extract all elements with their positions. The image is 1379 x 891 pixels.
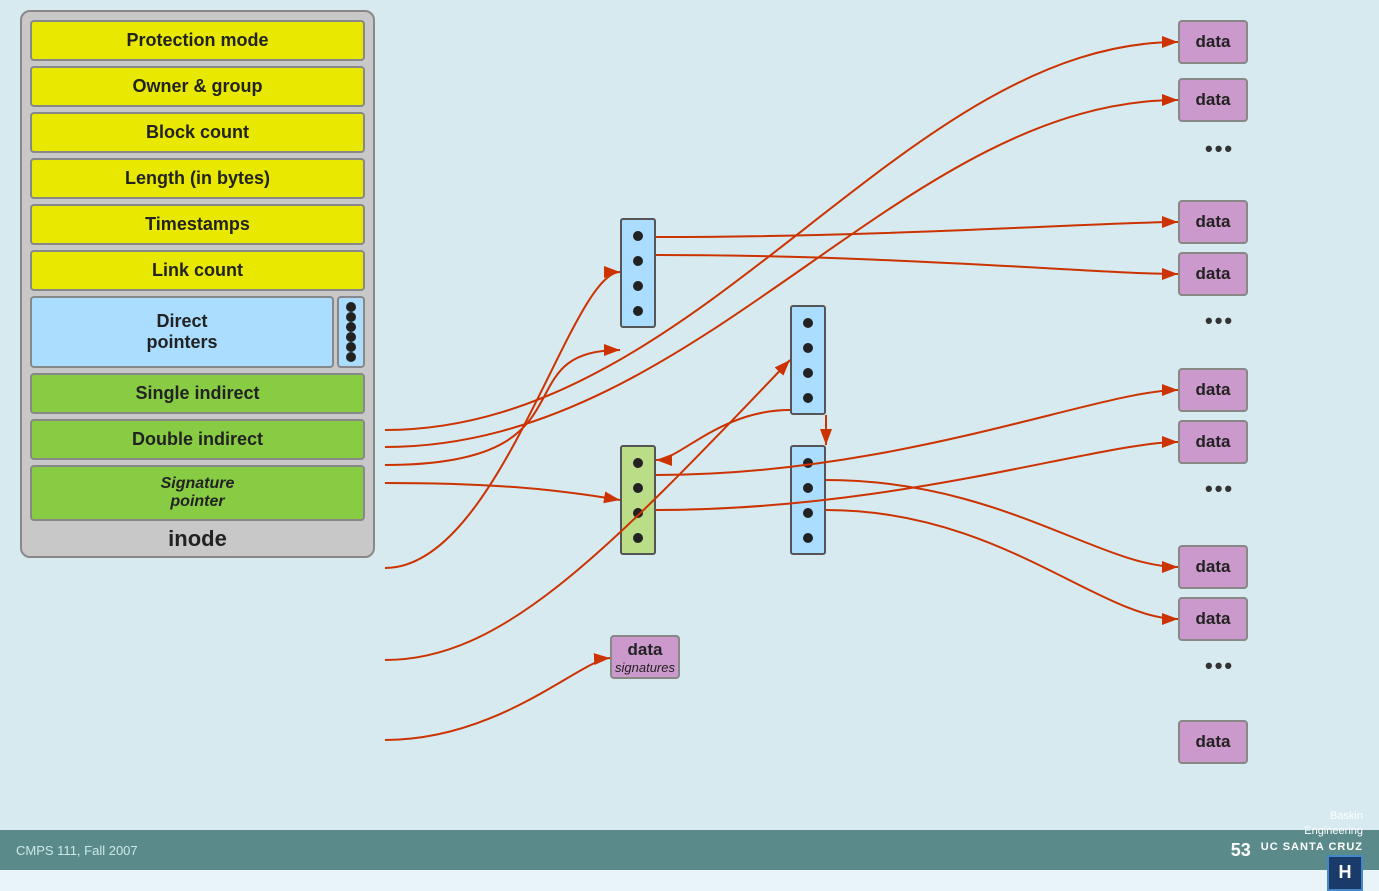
page-number: 53 (1231, 840, 1251, 861)
course-label: CMPS 111, Fall 2007 (16, 843, 138, 858)
di-l2-dot-3 (633, 508, 643, 518)
double-indirect-field: Double indirect (30, 419, 365, 460)
length-bytes-field: Length (in bytes) (30, 158, 365, 199)
direct-pointer-dots (337, 296, 365, 368)
direct-pointers-row: Directpointers (30, 296, 365, 368)
direct-pointers-label: Directpointers (30, 296, 334, 368)
dot-2 (346, 312, 356, 322)
dot-3 (346, 322, 356, 332)
dots-mid2: ••• (1205, 476, 1234, 502)
single-indirect-field: Single indirect (30, 373, 365, 414)
owner-group-field: Owner & group (30, 66, 365, 107)
dots-top: ••• (1205, 136, 1234, 162)
baskin-logo: BaskinEngineering UC SANTA CRUZ H (1261, 809, 1363, 891)
dot-6 (346, 352, 356, 362)
di-l2-dot-4 (633, 533, 643, 543)
si-dot-4 (633, 306, 643, 316)
di-l1-dot-3 (803, 368, 813, 378)
dot-1 (346, 302, 356, 312)
double-indirect-l2-pointer-block (620, 445, 656, 555)
inode-label: inode (30, 526, 365, 552)
di-l2b-dot-3 (803, 508, 813, 518)
block-count-field: Block count (30, 112, 365, 153)
protection-mode-field: Protection mode (30, 20, 365, 61)
dot-4 (346, 332, 356, 342)
double-indirect-l1-pointer-block (790, 305, 826, 415)
data-block-mid4: data (1178, 420, 1248, 464)
si-dot-1 (633, 231, 643, 241)
data-block-bot1: data (1178, 545, 1248, 589)
data-block-mid3: data (1178, 368, 1248, 412)
data-block-mid2: data (1178, 252, 1248, 296)
timestamps-field: Timestamps (30, 204, 365, 245)
di-l1-dot-2 (803, 343, 813, 353)
data-block-top2: data (1178, 78, 1248, 122)
di-l2b-dot-4 (803, 533, 813, 543)
dots-mid: ••• (1205, 308, 1234, 334)
link-count-field: Link count (30, 250, 365, 291)
si-dot-2 (633, 256, 643, 266)
dots-bot: ••• (1205, 653, 1234, 679)
di-l2-dot-1 (633, 458, 643, 468)
double-indirect-l2b-pointer-block (790, 445, 826, 555)
slide-container: Protection mode Owner & group Block coun… (0, 0, 1379, 870)
ucsc-logo-icon: H (1327, 855, 1363, 891)
single-indirect-pointer-block (620, 218, 656, 328)
bottom-bar-right: 53 BaskinEngineering UC SANTA CRUZ H (1231, 809, 1363, 891)
data-block-mid1: data (1178, 200, 1248, 244)
dot-5 (346, 342, 356, 352)
di-l2-dot-2 (633, 483, 643, 493)
data-block-top1: data (1178, 20, 1248, 64)
di-l1-dot-1 (803, 318, 813, 328)
di-l2b-dot-1 (803, 458, 813, 468)
signature-data-block: data signatures (610, 635, 680, 679)
di-l2b-dot-2 (803, 483, 813, 493)
bottom-bar: CMPS 111, Fall 2007 53 BaskinEngineering… (0, 830, 1379, 870)
data-block-bot2: data (1178, 597, 1248, 641)
di-l1-dot-4 (803, 393, 813, 403)
si-dot-3 (633, 281, 643, 291)
data-block-bot3: data (1178, 720, 1248, 764)
inode-container: Protection mode Owner & group Block coun… (20, 10, 375, 558)
signature-pointer-field: Signaturepointer (30, 465, 365, 521)
